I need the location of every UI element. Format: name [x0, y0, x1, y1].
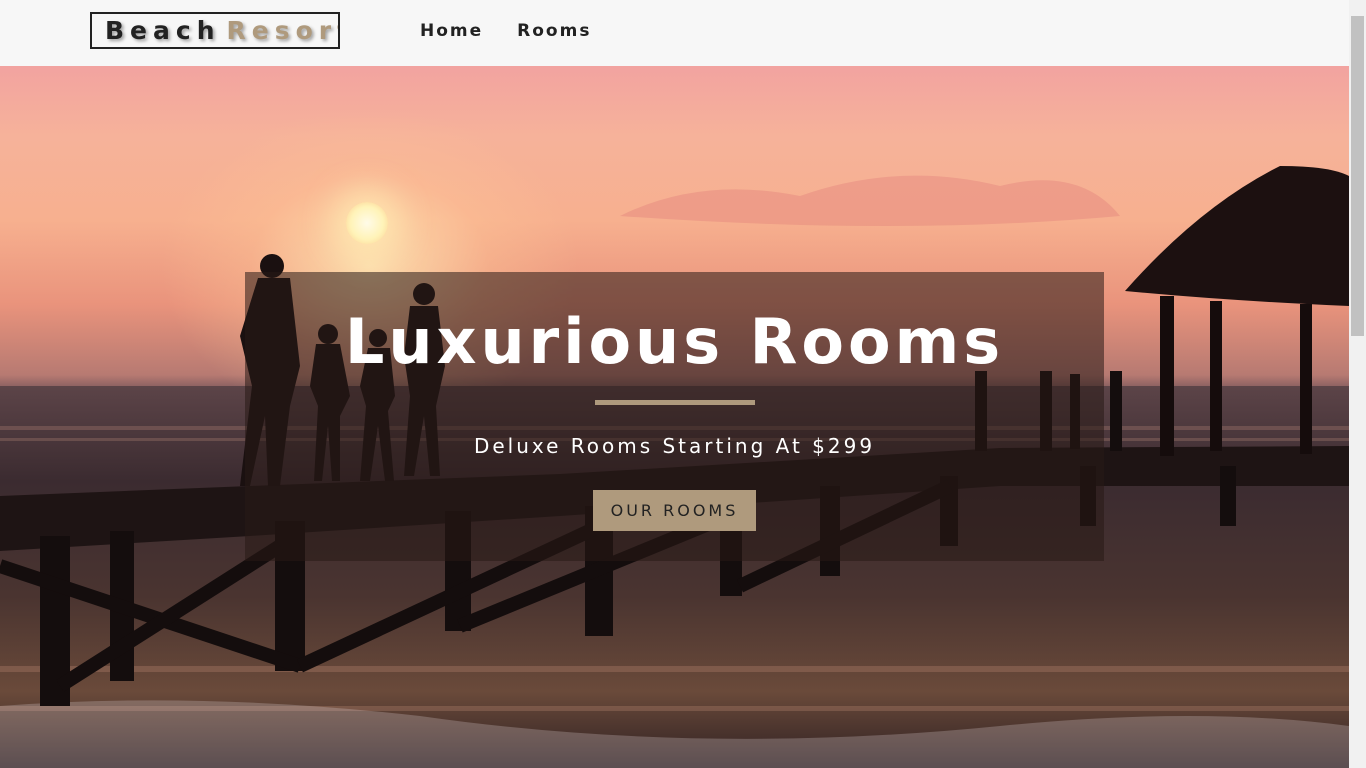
nav-link-home[interactable]: Home [420, 20, 483, 42]
nav-link-rooms[interactable]: Rooms [517, 20, 591, 42]
logo-part-resort: Resort [226, 16, 339, 45]
hero-subtitle: Deluxe Rooms Starting At $299 [473, 434, 876, 458]
our-rooms-button[interactable]: OUR ROOMS [593, 490, 756, 531]
hero-section: Luxurious Rooms Deluxe Rooms Starting At… [0, 66, 1349, 768]
hut-posts [1160, 296, 1312, 456]
navbar: BeachResort Home Rooms [0, 0, 1349, 66]
title-divider [595, 400, 755, 405]
hero-banner: Luxurious Rooms Deluxe Rooms Starting At… [245, 272, 1104, 561]
vertical-scrollbar[interactable] [1349, 0, 1366, 768]
hut-roof [1125, 166, 1349, 306]
scrollbar-thumb[interactable] [1351, 16, 1364, 336]
logo[interactable]: BeachResort [90, 12, 340, 49]
hero-title: Luxurious Rooms [344, 305, 1005, 378]
clouds [620, 175, 1120, 226]
logo-part-beach: Beach [105, 16, 221, 45]
nav-links: Home Rooms [420, 20, 591, 42]
